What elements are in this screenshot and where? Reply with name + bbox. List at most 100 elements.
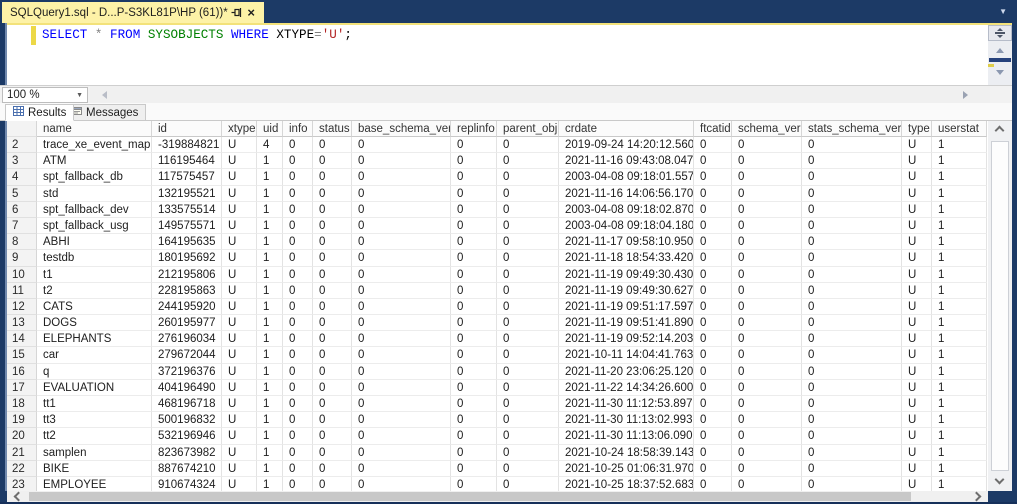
cell[interactable]: 2021-11-17 09:58:10.950 xyxy=(559,234,694,251)
cell[interactable]: 0 xyxy=(313,396,352,413)
cell[interactable]: trace_xe_event_map xyxy=(37,137,152,154)
cell[interactable]: U xyxy=(222,379,257,396)
column-header[interactable]: ftcatid xyxy=(694,121,732,137)
cell[interactable]: 0 xyxy=(802,347,902,364)
cell[interactable]: tt2 xyxy=(37,428,152,445)
cell[interactable]: 0 xyxy=(497,217,559,235)
cell[interactable]: 0 xyxy=(694,153,732,170)
cell[interactable]: 1 xyxy=(257,331,283,348)
cell[interactable]: 1 xyxy=(932,169,987,186)
cell[interactable]: U xyxy=(902,412,932,429)
cell[interactable]: U xyxy=(902,217,932,235)
cell[interactable]: 0 xyxy=(732,476,802,491)
row-header[interactable]: 17 xyxy=(7,379,37,396)
cell[interactable]: std xyxy=(37,185,152,202)
cell[interactable]: 0 xyxy=(352,444,451,461)
cell[interactable]: 2021-11-16 09:43:08.047 xyxy=(559,153,694,170)
cell[interactable]: 1 xyxy=(932,331,987,348)
row-header[interactable]: 16 xyxy=(7,363,37,380)
cell[interactable]: 0 xyxy=(451,444,497,461)
cell[interactable]: 0 xyxy=(732,185,802,202)
cell[interactable]: car xyxy=(37,347,152,364)
cell[interactable]: 0 xyxy=(497,363,559,380)
cell[interactable]: 0 xyxy=(694,396,732,413)
cell[interactable]: 0 xyxy=(451,185,497,202)
pin-icon[interactable] xyxy=(230,6,243,19)
cell[interactable]: U xyxy=(902,476,932,491)
cell[interactable]: 0 xyxy=(732,315,802,332)
cell[interactable]: 1 xyxy=(257,282,283,299)
cell[interactable]: 0 xyxy=(497,428,559,445)
cell[interactable]: 1 xyxy=(932,363,987,380)
cell[interactable]: 2021-11-30 11:13:02.993 xyxy=(559,412,694,429)
cell[interactable]: 0 xyxy=(352,153,451,170)
row-header[interactable]: 2 xyxy=(7,137,37,154)
cell[interactable]: U xyxy=(902,315,932,332)
cell[interactable]: 0 xyxy=(802,185,902,202)
cell[interactable]: 0 xyxy=(313,250,352,267)
grid-horizontal-scrollbar[interactable] xyxy=(7,491,988,502)
cell[interactable]: 0 xyxy=(451,331,497,348)
cell[interactable]: 0 xyxy=(352,298,451,316)
sql-editor[interactable]: SELECT * FROM SYSOBJECTS WHERE XTYPE='U'… xyxy=(7,25,988,85)
cell[interactable]: 1 xyxy=(932,234,987,251)
cell[interactable]: U xyxy=(222,185,257,202)
row-header[interactable]: 14 xyxy=(7,331,37,348)
cell[interactable]: 0 xyxy=(802,315,902,332)
cell[interactable]: 0 xyxy=(283,153,313,170)
cell[interactable]: ABHI xyxy=(37,234,152,251)
cell[interactable]: U xyxy=(902,266,932,283)
cell[interactable]: 0 xyxy=(352,412,451,429)
cell[interactable]: 0 xyxy=(802,331,902,348)
cell[interactable]: 1 xyxy=(932,266,987,283)
cell[interactable]: 0 xyxy=(732,169,802,186)
cell[interactable]: 0 xyxy=(802,428,902,445)
cell[interactable]: 0 xyxy=(732,379,802,396)
scroll-down-arrow-icon[interactable] xyxy=(996,70,1004,75)
cell[interactable]: U xyxy=(902,347,932,364)
cell[interactable]: 1 xyxy=(932,315,987,332)
cell[interactable]: U xyxy=(222,153,257,170)
cell[interactable]: 0 xyxy=(732,347,802,364)
cell[interactable]: BIKE xyxy=(37,460,152,477)
cell[interactable]: EMPLOYEE xyxy=(37,476,152,491)
cell[interactable]: 0 xyxy=(497,169,559,186)
cell[interactable]: 0 xyxy=(694,315,732,332)
cell[interactable]: 149575571 xyxy=(152,217,222,235)
cell[interactable]: 0 xyxy=(802,153,902,170)
cell[interactable]: 0 xyxy=(497,153,559,170)
cell[interactable]: 0 xyxy=(497,282,559,299)
cell[interactable]: 0 xyxy=(694,379,732,396)
cell[interactable]: 0 xyxy=(732,444,802,461)
column-header[interactable]: parent_obj xyxy=(497,121,559,137)
cell[interactable]: U xyxy=(222,298,257,316)
cell[interactable]: 0 xyxy=(497,347,559,364)
cell[interactable]: 0 xyxy=(497,460,559,477)
cell[interactable]: 0 xyxy=(313,412,352,429)
cell[interactable]: 0 xyxy=(313,217,352,235)
cell[interactable]: 0 xyxy=(283,169,313,186)
editor-scrollbar-thumb[interactable] xyxy=(989,58,1011,62)
column-header[interactable]: xtype xyxy=(222,121,257,137)
cell[interactable]: 0 xyxy=(497,185,559,202)
cell[interactable]: 0 xyxy=(802,169,902,186)
cell[interactable]: 0 xyxy=(802,444,902,461)
cell[interactable]: 0 xyxy=(497,379,559,396)
cell[interactable]: 0 xyxy=(283,428,313,445)
row-header[interactable]: 10 xyxy=(7,266,37,283)
cell[interactable]: 0 xyxy=(732,396,802,413)
row-header[interactable]: 22 xyxy=(7,460,37,477)
cell[interactable]: 0 xyxy=(283,282,313,299)
cell[interactable]: 0 xyxy=(313,363,352,380)
cell[interactable]: 0 xyxy=(313,201,352,218)
cell[interactable]: 0 xyxy=(497,137,559,154)
scroll-up-arrow-icon[interactable] xyxy=(996,48,1004,53)
column-header[interactable] xyxy=(7,121,37,137)
cell[interactable]: CATS xyxy=(37,298,152,316)
cell[interactable]: 1 xyxy=(932,396,987,413)
grid-scrollbar-thumb[interactable] xyxy=(991,141,1009,471)
cell[interactable]: testdb xyxy=(37,250,152,267)
cell[interactable]: 0 xyxy=(732,428,802,445)
cell[interactable]: 0 xyxy=(694,298,732,316)
cell[interactable]: 0 xyxy=(497,396,559,413)
